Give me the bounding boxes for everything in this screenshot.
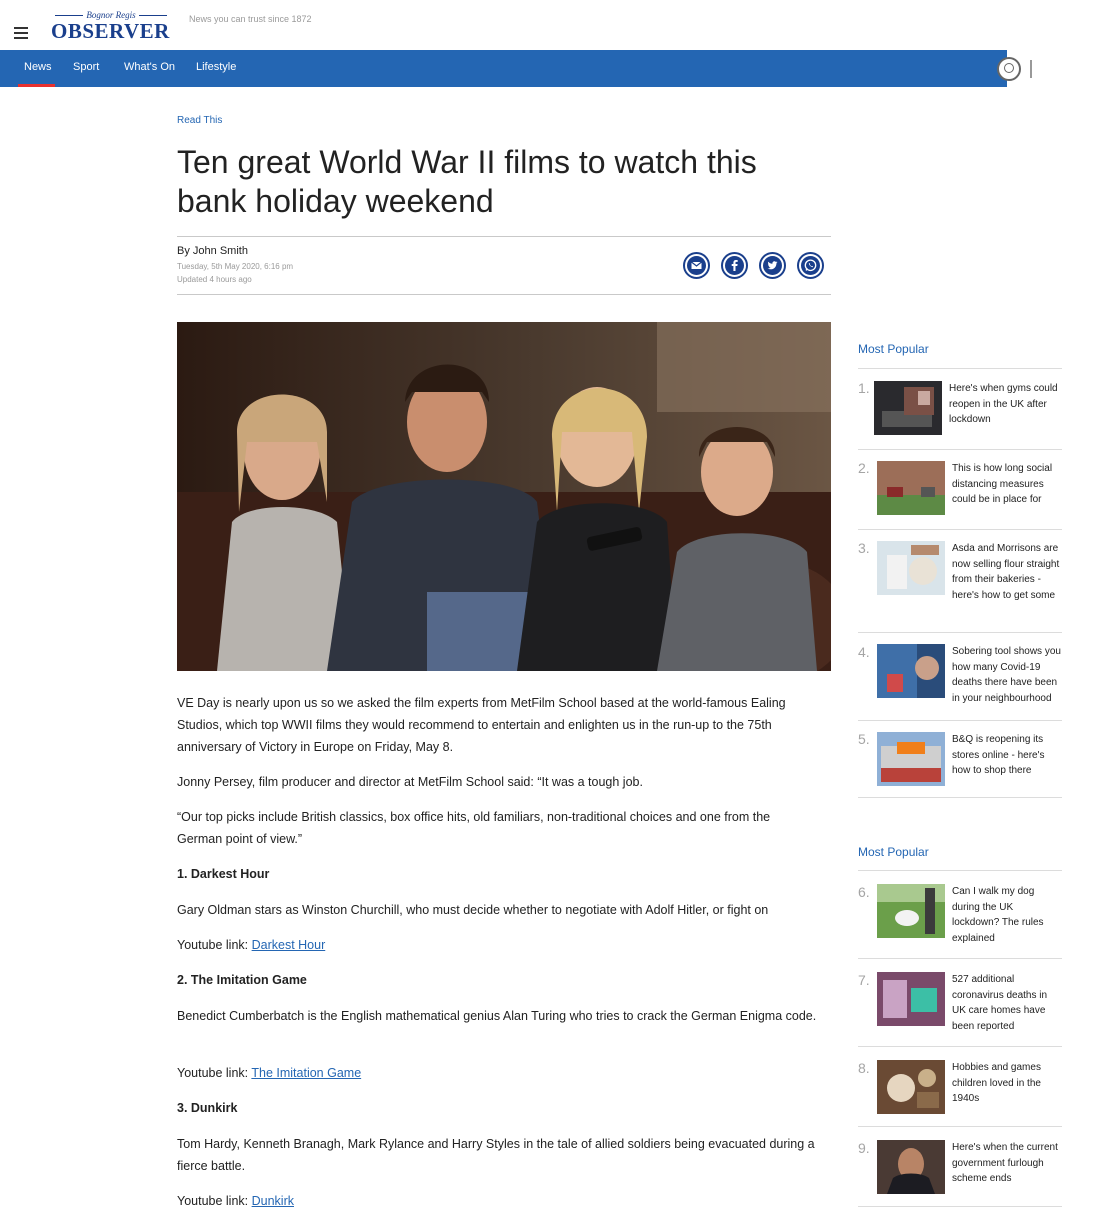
popular-headline[interactable]: Sobering tool shows you how many Covid-1… <box>952 644 1064 706</box>
author-name[interactable]: John Smith <box>193 245 248 257</box>
film-heading: 1. Darkest Hour <box>177 867 270 881</box>
updated-time: Updated 4 hours ago <box>177 275 252 284</box>
facebook-icon <box>725 256 744 275</box>
youtube-link-label: Youtube link: <box>177 1194 252 1208</box>
hero-image <box>177 322 831 671</box>
divider <box>858 1206 1062 1207</box>
article-kicker[interactable]: Read This <box>177 115 222 126</box>
article-paragraph: Benedict Cumberbatch is the English math… <box>177 1009 817 1023</box>
twitter-share-button[interactable] <box>759 252 786 279</box>
bandq-store-thumb <box>877 732 945 786</box>
divider <box>858 870 1062 871</box>
nav-item-news[interactable]: News <box>24 61 52 73</box>
dog-walk-thumb <box>877 884 945 938</box>
film-heading: 3. Dunkirk <box>177 1101 238 1115</box>
popular-headline[interactable]: Here's when the current government furlo… <box>952 1140 1064 1187</box>
menu-icon[interactable] <box>14 27 28 39</box>
article-paragraph: Gary Oldman stars as Winston Churchill, … <box>177 903 769 917</box>
divider <box>858 720 1062 721</box>
popular-thumbnail[interactable] <box>877 972 945 1026</box>
youtube-link-label: Youtube link: <box>177 1066 252 1080</box>
covid-map-thumb <box>877 644 945 698</box>
popular-rank: 5. <box>858 731 870 747</box>
logo-big-text: OBSERVER <box>51 19 170 43</box>
facebook-share-button[interactable] <box>721 252 748 279</box>
popular-headline[interactable]: Hobbies and games children loved in the … <box>952 1060 1062 1107</box>
search-icon[interactable] <box>997 57 1021 81</box>
site-tagline: News you can trust since 1872 <box>189 14 312 24</box>
divider <box>858 368 1062 369</box>
divider <box>858 1126 1062 1127</box>
youtube-link-dunkirk[interactable]: Dunkirk <box>252 1194 294 1208</box>
family-watching-tv-photo <box>177 322 831 671</box>
byline-prefix: By <box>177 245 190 257</box>
film-heading: 2. The Imitation Game <box>177 973 307 987</box>
popular-thumbnail[interactable] <box>877 884 945 938</box>
divider <box>858 958 1062 959</box>
care-home-thumb <box>877 972 945 1026</box>
popular-thumbnail[interactable] <box>877 541 945 595</box>
popular-headline[interactable]: Can I walk my dog during the UK lockdown… <box>952 884 1062 946</box>
flour-baking-thumb <box>877 541 945 595</box>
popular-thumbnail[interactable] <box>877 461 945 515</box>
divider <box>858 529 1062 530</box>
nav-item-lifestyle[interactable]: Lifestyle <box>196 61 236 73</box>
main-nav: News Sport What's On Lifestyle <box>0 50 1007 87</box>
publish-date: Tuesday, 5th May 2020, 6:16 pm <box>177 262 294 271</box>
divider <box>177 236 831 237</box>
popular-headline[interactable]: Here's when gyms could reopen in the UK … <box>949 381 1064 428</box>
popular-headline[interactable]: B&Q is reopening its stores online - her… <box>952 732 1062 779</box>
byline: By John Smith <box>177 245 248 257</box>
divider <box>858 1046 1062 1047</box>
email-icon <box>687 256 706 275</box>
gym-treadmill-thumb <box>874 381 942 435</box>
popular-headline[interactable]: 527 additional coronavirus deaths in UK … <box>952 972 1062 1034</box>
popular-thumbnail[interactable] <box>877 1140 945 1194</box>
youtube-link-line: Youtube link: Dunkirk <box>177 1190 817 1212</box>
nav-active-indicator <box>18 84 55 87</box>
popular-rank: 9. <box>858 1140 870 1156</box>
article-paragraph: VE Day is nearly upon us so we asked the… <box>177 696 786 754</box>
park-distancing-thumb <box>877 461 945 515</box>
popular-thumbnail[interactable] <box>877 644 945 698</box>
most-popular-heading: Most Popular <box>858 342 929 356</box>
article-paragraph: Jonny Persey, film producer and director… <box>177 775 643 789</box>
divider <box>858 632 1062 633</box>
search-divider <box>1030 60 1032 78</box>
popular-rank: 4. <box>858 644 870 660</box>
popular-rank: 8. <box>858 1060 870 1076</box>
youtube-link-label: Youtube link: <box>177 938 252 952</box>
email-share-button[interactable] <box>683 252 710 279</box>
popular-rank: 7. <box>858 972 870 988</box>
most-popular-heading: Most Popular <box>858 845 929 859</box>
chancellor-thumb <box>877 1140 945 1194</box>
popular-rank: 1. <box>858 380 870 396</box>
divider <box>858 449 1062 450</box>
popular-headline[interactable]: This is how long social distancing measu… <box>952 461 1062 508</box>
popular-headline[interactable]: Asda and Morrisons are now selling flour… <box>952 541 1062 603</box>
article-paragraph: “Our top picks include British classics,… <box>177 810 771 846</box>
site-header: Bognor Regis OBSERVER News you can trust… <box>0 0 1112 50</box>
divider <box>177 294 831 295</box>
popular-thumbnail[interactable] <box>874 381 942 435</box>
popular-thumbnail[interactable] <box>877 1060 945 1114</box>
youtube-link-imitation-game[interactable]: The Imitation Game <box>251 1066 361 1080</box>
popular-rank: 6. <box>858 884 870 900</box>
site-logo[interactable]: Bognor Regis OBSERVER <box>51 10 171 43</box>
vintage-toys-thumb <box>877 1060 945 1114</box>
article-paragraph: Tom Hardy, Kenneth Branagh, Mark Rylance… <box>177 1137 815 1173</box>
whatsapp-share-button[interactable] <box>797 252 824 279</box>
popular-rank: 3. <box>858 540 870 556</box>
nav-item-whats-on[interactable]: What's On <box>124 61 175 73</box>
youtube-link-line: Youtube link: The Imitation Game <box>177 1062 817 1084</box>
article-title: Ten great World War II films to watch th… <box>177 144 757 219</box>
nav-item-sport[interactable]: Sport <box>73 61 99 73</box>
popular-rank: 2. <box>858 460 870 476</box>
youtube-link-darkest-hour[interactable]: Darkest Hour <box>252 938 326 952</box>
youtube-link-line: Youtube link: Darkest Hour <box>177 934 817 956</box>
twitter-icon <box>763 256 782 275</box>
whatsapp-icon <box>801 256 820 275</box>
popular-thumbnail[interactable] <box>877 732 945 786</box>
divider <box>858 797 1062 798</box>
